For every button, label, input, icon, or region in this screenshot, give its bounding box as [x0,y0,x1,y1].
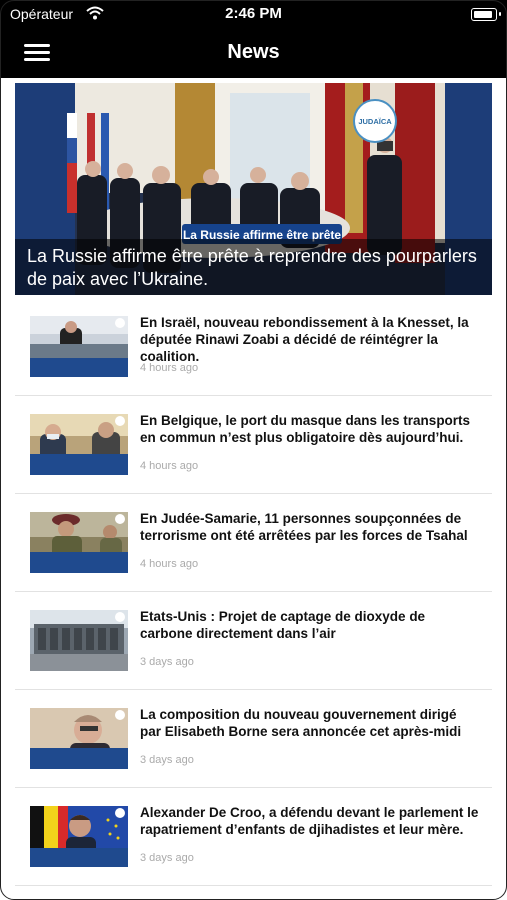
judaica-logo-text: JUDAÏCA [358,117,392,126]
article-thumbnail [30,316,128,377]
status-bar: Opérateur 2:46 PM [0,0,507,30]
navigation-bar: News [0,30,507,78]
news-item[interactable]: En Judée-Samarie, 11 personnes soupçonné… [15,494,492,592]
article-age: 4 hours ago [140,362,199,374]
news-item[interactable]: En Israël, nouveau rebondissement à la K… [15,298,492,396]
news-item[interactable]: Alexander De Croo, a défendu devant le p… [15,788,492,886]
page-title: News [227,41,280,63]
article-thumbnail [30,708,128,769]
article-title: En Judée-Samarie, 11 personnes soupçonné… [140,511,468,543]
featured-caption: La Russie affirme être prête à reprendre… [15,239,492,295]
article-age: 3 days ago [140,754,194,766]
article-title: La composition du nouveau gouvernement d… [140,707,462,739]
article-thumbnail [30,610,128,671]
article-title: Alexander De Croo, a défendu devant le p… [140,805,479,837]
article-thumbnail [30,414,128,475]
news-item[interactable]: La composition du nouveau gouvernement d… [15,690,492,788]
battery-tip [499,12,501,16]
article-title: Etats-Unis : Projet de captage de dioxyd… [140,609,426,641]
news-item[interactable]: Etats-Unis : Projet de captage de dioxyd… [15,592,492,690]
battery-icon [471,8,497,21]
article-age: 4 hours ago [140,460,199,472]
featured-article[interactable]: JUDAÏCA La Russie affirme être prête La … [15,83,492,295]
article-age: 4 hours ago [140,558,199,570]
status-time: 2:46 PM [225,5,282,22]
article-age: 3 days ago [140,852,194,864]
article-thumbnail [30,512,128,573]
news-list: En Israël, nouveau rebondissement à la K… [15,298,492,886]
article-thumbnail [30,806,128,867]
article-title: En Belgique, le port du masque dans les … [140,413,471,445]
article-title: En Israël, nouveau rebondissement à la K… [140,315,469,364]
news-item[interactable]: En Belgique, le port du masque dans les … [15,396,492,494]
article-age: 3 days ago [140,656,194,668]
